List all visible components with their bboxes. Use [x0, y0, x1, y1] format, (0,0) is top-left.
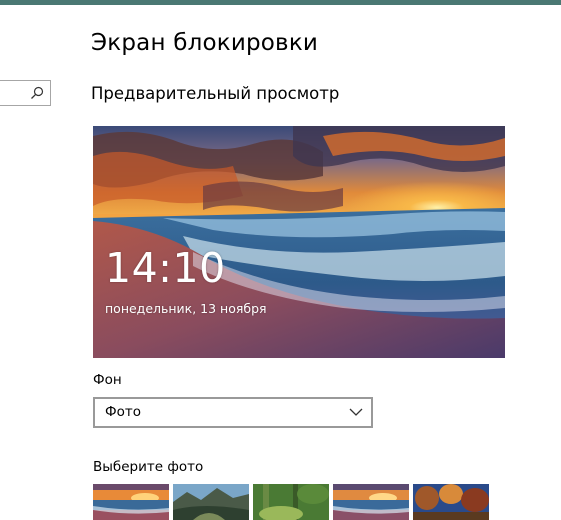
search-input[interactable] — [0, 80, 51, 106]
lock-screen-preview: 14:10 понедельник, 13 ноября — [93, 126, 505, 358]
chevron-down-icon — [349, 408, 363, 416]
background-select[interactable]: Фото — [93, 397, 373, 428]
choose-photo-label: Выберите фото — [93, 459, 204, 475]
photo-thumbnail-beach-sunset[interactable] — [93, 484, 169, 520]
preview-image — [93, 126, 505, 358]
photo-thumbnail-mountain-valley[interactable] — [173, 484, 249, 520]
preview-heading: Предварительный просмотр — [91, 84, 340, 103]
photo-thumbnails — [93, 484, 493, 520]
photo-thumbnail-green-forest[interactable] — [253, 484, 329, 520]
background-label: Фон — [93, 372, 122, 388]
page-title: Экран блокировки — [91, 30, 319, 56]
title-bar-strip — [0, 0, 561, 5]
search-icon — [31, 86, 44, 99]
photo-thumbnail-beach-sunset-2[interactable] — [333, 484, 409, 520]
lock-screen-time: 14:10 — [105, 244, 226, 292]
background-select-value: Фото — [105, 404, 142, 420]
lock-screen-date: понедельник, 13 ноября — [105, 301, 267, 316]
photo-thumbnail-autumn-trees[interactable] — [413, 484, 489, 520]
